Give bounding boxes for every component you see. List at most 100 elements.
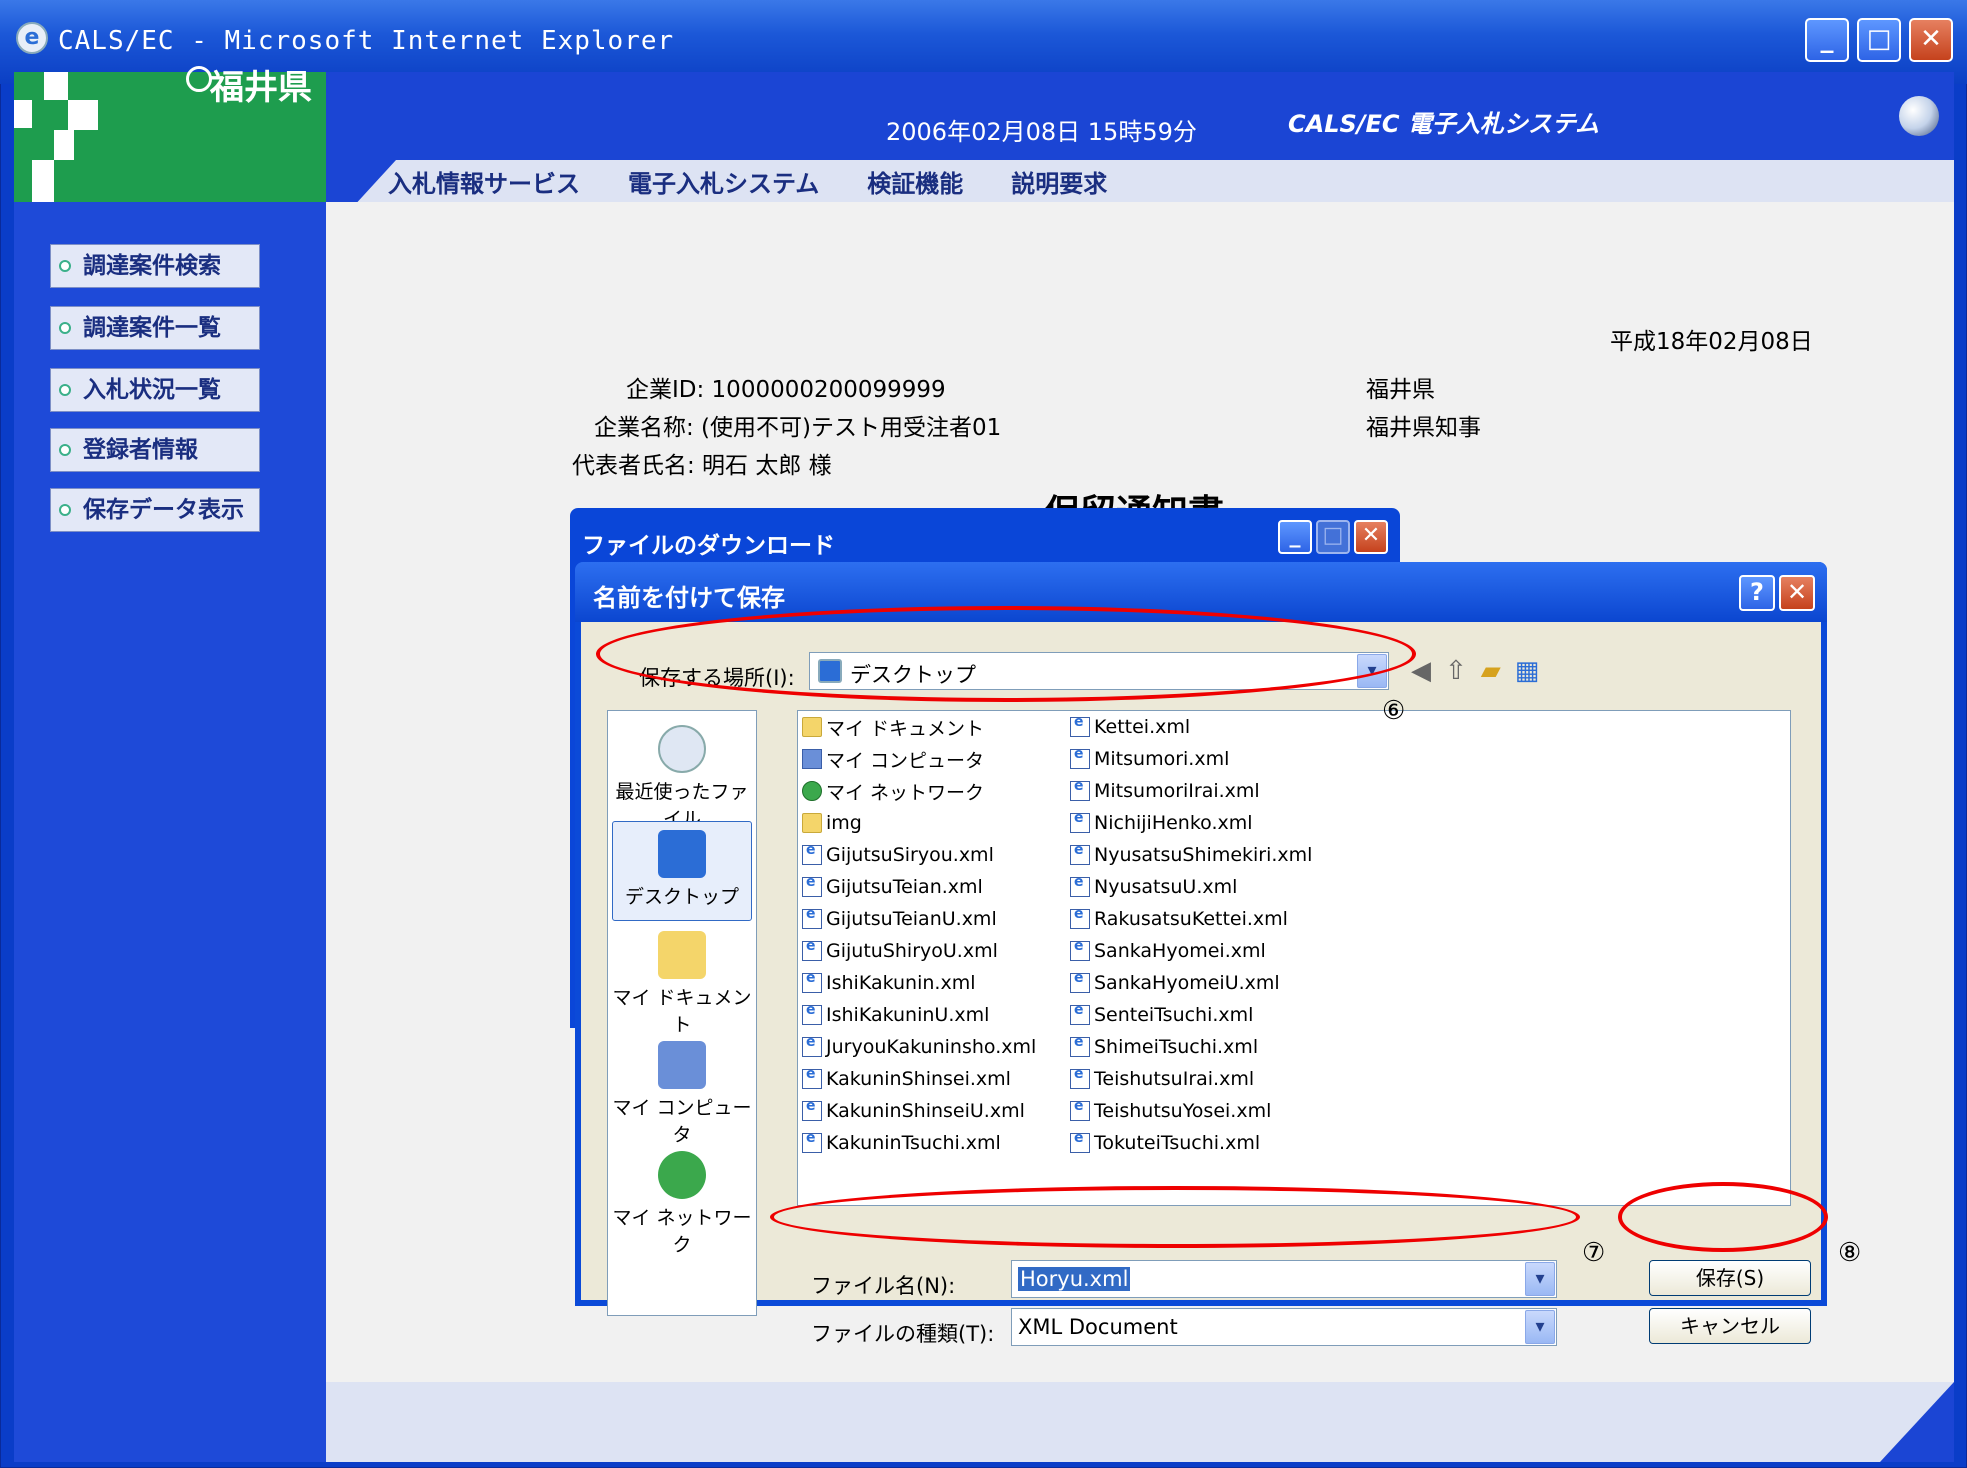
xml-file-icon	[802, 1034, 822, 1057]
file-name: GijutsuTeian.xml	[826, 876, 983, 898]
xml-file-icon	[802, 1066, 822, 1089]
xml-file-icon	[1070, 938, 1090, 961]
file-list-item[interactable]: KakuninShinseiU.xml	[802, 1095, 1036, 1127]
desktop-icon	[658, 830, 706, 878]
xml-file-icon	[1070, 1034, 1090, 1057]
nav-explanation[interactable]: 説明要求	[1011, 164, 1107, 199]
sidebar-item-registrant[interactable]: 登録者情報	[50, 428, 260, 472]
computer-icon	[658, 1041, 706, 1089]
filename-input[interactable]: Horyu.xml ▾	[1011, 1260, 1557, 1298]
place-recent[interactable]: 最近使ったファイル	[612, 725, 752, 831]
file-list-item[interactable]: TokuteiTsuchi.xml	[1070, 1127, 1312, 1159]
file-list-item[interactable]: GijutsuTeian.xml	[802, 871, 1036, 903]
xml-file-icon	[1070, 1098, 1090, 1121]
file-list-item[interactable]: SankaHyomei.xml	[1070, 935, 1312, 967]
file-list-item[interactable]: MitsumoriIrai.xml	[1070, 775, 1312, 807]
cancel-button[interactable]: キャンセル	[1649, 1308, 1811, 1344]
place-desktop[interactable]: デスクトップ	[612, 821, 752, 921]
save-close-button[interactable]: ✕	[1779, 575, 1815, 611]
save-dialog-title: 名前を付けて保存	[593, 584, 785, 612]
footer-bar	[326, 1382, 1954, 1462]
place-my-network[interactable]: マイ ネットワーク	[612, 1151, 752, 1257]
file-list-item[interactable]: GijutuShiryoU.xml	[802, 935, 1036, 967]
up-folder-icon[interactable]: ⇧	[1445, 656, 1467, 686]
file-column-2: Kettei.xml Mitsumori.xml MitsumoriIrai.xml…	[1070, 711, 1312, 1159]
filetype-select[interactable]: XML Document ▾	[1011, 1308, 1557, 1346]
file-list-item[interactable]: NyusatsuU.xml	[1070, 871, 1312, 903]
sidebar-item-label: 入札状況一覧	[83, 377, 221, 403]
download-close-button[interactable]: ✕	[1354, 520, 1388, 554]
nav-e-bidding[interactable]: 電子入札システム	[628, 164, 819, 199]
sidebar-item-label: 調達案件検索	[83, 253, 221, 279]
sidebar-item-label: 保存データ表示	[83, 497, 244, 523]
file-name: RakusatsuKettei.xml	[1094, 908, 1288, 930]
view-menu-icon[interactable]: ▦	[1515, 656, 1540, 686]
file-list-item[interactable]: マイ コンピュータ	[802, 743, 1036, 775]
file-name: NichijiHenko.xml	[1094, 812, 1253, 834]
minimize-button[interactable]: _	[1805, 18, 1849, 62]
file-list-item[interactable]: NyusatsuShimekiri.xml	[1070, 839, 1312, 871]
file-list-item[interactable]: SenteiTsuchi.xml	[1070, 999, 1312, 1031]
place-label: デスクトップ	[624, 886, 739, 908]
file-name: NyusatsuU.xml	[1094, 876, 1238, 898]
places-bar: 最近使ったファイル デスクトップ マイ ドキュメント マイ コンピュータ マイ …	[607, 710, 757, 1316]
issuer-title: 福井県知事	[1366, 415, 1481, 441]
back-icon[interactable]: ◀	[1411, 656, 1431, 686]
new-folder-icon[interactable]: ▰	[1481, 656, 1501, 686]
file-list-item[interactable]: RakusatsuKettei.xml	[1070, 903, 1312, 935]
logo-text: 福井県	[210, 68, 312, 108]
file-list-item[interactable]: ShimeiTsuchi.xml	[1070, 1031, 1312, 1063]
bullet-icon	[59, 260, 71, 272]
chevron-down-icon[interactable]: ▾	[1525, 1262, 1555, 1296]
file-name: GijutsuSiryou.xml	[826, 844, 994, 866]
xml-file-icon	[1070, 970, 1090, 993]
file-list-item[interactable]: IshiKakunin.xml	[802, 967, 1036, 999]
sidebar-item-saved-data[interactable]: 保存データ表示	[50, 488, 260, 532]
file-list-item[interactable]: TeishutsuIrai.xml	[1070, 1063, 1312, 1095]
save-button[interactable]: 保存(S)	[1649, 1260, 1811, 1296]
sidebar-item-list[interactable]: 調達案件一覧	[50, 306, 260, 350]
folder-icon	[658, 931, 706, 979]
sidebar-item-status[interactable]: 入札状況一覧	[50, 368, 260, 412]
document-date: 平成18年02月08日	[1610, 329, 1813, 355]
bullet-icon	[59, 384, 71, 396]
file-list-item[interactable]: JuryouKakuninsho.xml	[802, 1031, 1036, 1063]
place-my-documents[interactable]: マイ ドキュメント	[612, 931, 752, 1037]
nav-verification[interactable]: 検証機能	[867, 164, 963, 199]
file-list-item[interactable]: マイ ドキュメント	[802, 711, 1036, 743]
header-datetime: 2006年02月08日 15時59分	[886, 118, 1197, 146]
file-name: マイ ネットワーク	[826, 781, 985, 804]
bullet-icon	[59, 504, 71, 516]
file-list-item[interactable]: SankaHyomeiU.xml	[1070, 967, 1312, 999]
sidebar-item-label: 登録者情報	[83, 437, 198, 463]
file-name: NyusatsuShimekiri.xml	[1094, 844, 1313, 866]
file-list-item[interactable]: NichijiHenko.xml	[1070, 807, 1312, 839]
filetype-label: ファイルの種類(T):	[811, 1322, 995, 1346]
file-list-item[interactable]: マイ ネットワーク	[802, 775, 1036, 807]
file-list-item[interactable]: TeishutsuYosei.xml	[1070, 1095, 1312, 1127]
xml-file-icon	[802, 1002, 822, 1025]
help-button[interactable]: ?	[1739, 575, 1775, 611]
filename-label: ファイル名(N):	[811, 1274, 956, 1298]
chevron-down-icon[interactable]: ▾	[1525, 1310, 1555, 1344]
file-list-item[interactable]: GijutsuSiryou.xml	[802, 839, 1036, 871]
file-list-item[interactable]: KakuninShinsei.xml	[802, 1063, 1036, 1095]
file-list-item[interactable]: Kettei.xml	[1070, 711, 1312, 743]
xml-file-icon	[1070, 874, 1090, 897]
place-my-computer[interactable]: マイ コンピュータ	[612, 1041, 752, 1147]
file-list-item[interactable]: IshiKakuninU.xml	[802, 999, 1036, 1031]
file-list-item[interactable]: GijutsuTeianU.xml	[802, 903, 1036, 935]
file-name: TeishutsuIrai.xml	[1094, 1068, 1255, 1090]
file-list-item[interactable]: KakuninTsuchi.xml	[802, 1127, 1036, 1159]
xml-file-icon	[1070, 1066, 1090, 1089]
download-minimize-button[interactable]: _	[1278, 520, 1312, 554]
nav-bid-info[interactable]: 入札情報サービス	[388, 164, 580, 199]
sidebar-item-search[interactable]: 調達案件検索	[50, 244, 260, 288]
xml-file-icon	[802, 1098, 822, 1121]
filetype-value: XML Document	[1018, 1315, 1178, 1339]
file-list-item[interactable]: Mitsumori.xml	[1070, 743, 1312, 775]
close-button[interactable]: ✕	[1909, 18, 1953, 62]
maximize-button[interactable]: □	[1857, 18, 1901, 62]
file-list-item[interactable]: img	[802, 807, 1036, 839]
company-id: 企業ID: 1000000200099999	[626, 377, 946, 403]
